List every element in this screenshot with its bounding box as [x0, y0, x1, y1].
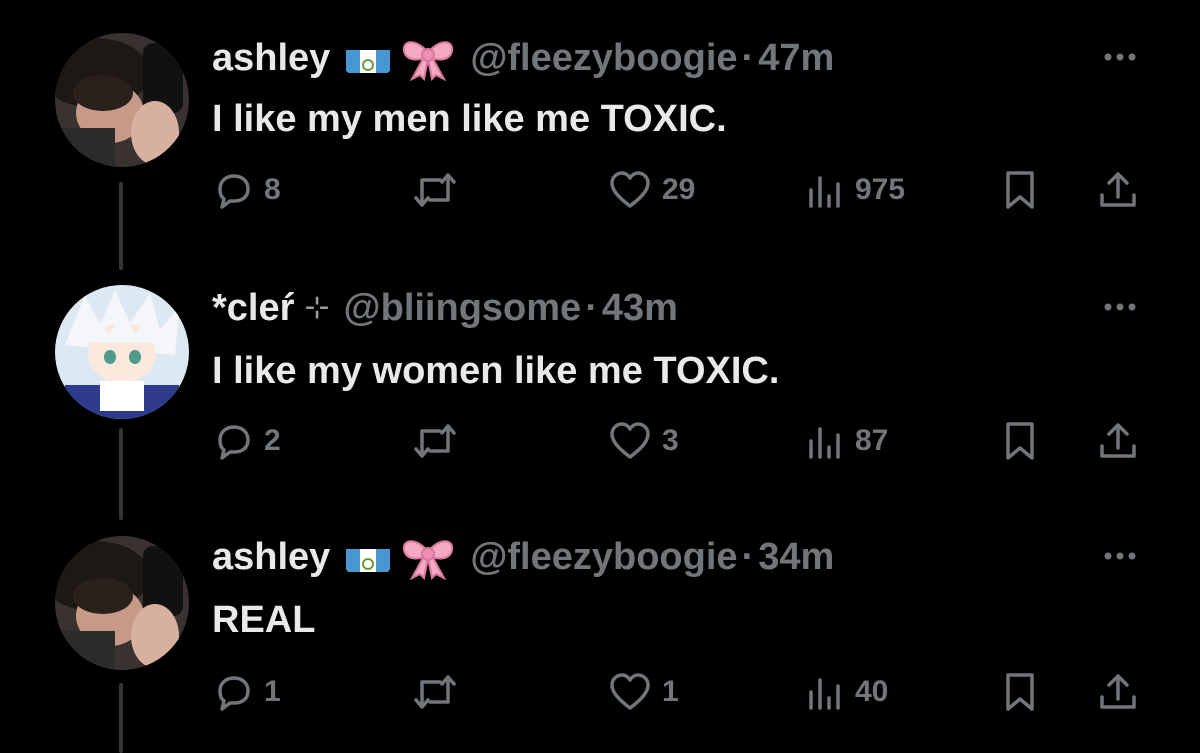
guatemala-flag-icon: [346, 542, 391, 572]
display-name[interactable]: ashley: [212, 33, 330, 83]
reply-icon: [218, 174, 250, 209]
reply-count: 1: [264, 675, 281, 708]
share-button[interactable]: [1097, 165, 1139, 215]
heart-icon: [610, 171, 650, 208]
retweet-icon: [414, 424, 456, 458]
bookmark-icon: [1006, 171, 1034, 209]
retweet-button[interactable]: [412, 667, 468, 717]
reply-button[interactable]: 1: [214, 667, 281, 717]
tweet-header: *cleŕ ⊹ @bliingsome · 43m: [212, 283, 678, 333]
like-button[interactable]: 29: [608, 165, 695, 215]
action-bar: 8 29 975: [0, 165, 1200, 215]
guatemala-flag-icon: [346, 43, 391, 73]
view-count: 87: [855, 424, 889, 457]
views-chart-icon: [809, 176, 840, 208]
views-chart-icon: [809, 427, 840, 459]
like-button[interactable]: 3: [608, 416, 679, 466]
tweet-header: ashley @fleezyboogie · 47m: [212, 33, 834, 83]
more-options-icon[interactable]: [1100, 45, 1140, 69]
avatar[interactable]: [55, 33, 189, 167]
timestamp[interactable]: 43m: [602, 283, 678, 333]
handle[interactable]: @bliingsome: [344, 283, 582, 333]
reply-count: 8: [264, 173, 281, 206]
pink-bow-icon: [400, 534, 456, 581]
share-icon: [1100, 172, 1136, 207]
tweet[interactable]: ashley @fleezyboogie · 34m REAL 1 1 40: [0, 500, 1200, 753]
avatar[interactable]: [55, 536, 189, 670]
display-name[interactable]: ashley: [212, 532, 330, 582]
tweet[interactable]: ashley @fleezyboogie · 47m I like my men…: [0, 0, 1200, 270]
bookmark-button[interactable]: [1002, 165, 1038, 215]
views-button[interactable]: 87: [805, 416, 888, 466]
bookmark-button[interactable]: [1002, 416, 1038, 466]
heart-icon: [610, 673, 650, 710]
views-button[interactable]: 975: [805, 165, 905, 215]
heart-icon: [610, 422, 650, 459]
retweet-button[interactable]: [412, 416, 468, 466]
separator-dot: ·: [741, 536, 755, 578]
separator-dot: ·: [585, 287, 598, 329]
like-count: 3: [662, 424, 679, 457]
sparkle-icon: ⊹: [304, 291, 330, 324]
reply-button[interactable]: 2: [214, 416, 281, 466]
reply-button[interactable]: 8: [214, 165, 281, 215]
like-button[interactable]: 1: [608, 667, 679, 717]
tweet[interactable]: *cleŕ ⊹ @bliingsome · 43m I like my wome…: [0, 250, 1200, 520]
timestamp[interactable]: 34m: [758, 532, 834, 582]
tweet-text: I like my men like me TOXIC.: [212, 98, 727, 140]
more-options-icon[interactable]: [1100, 295, 1140, 319]
retweet-icon: [414, 675, 456, 709]
like-count: 1: [662, 675, 679, 708]
timestamp[interactable]: 47m: [758, 33, 834, 83]
share-button[interactable]: [1097, 667, 1139, 717]
bookmark-icon: [1006, 422, 1034, 460]
pink-bow-icon: [400, 35, 456, 82]
retweet-icon: [414, 173, 456, 207]
view-count: 975: [855, 173, 906, 206]
share-icon: [1100, 423, 1136, 458]
bookmark-icon: [1006, 673, 1034, 711]
views-button[interactable]: 40: [805, 667, 888, 717]
views-chart-icon: [809, 678, 840, 710]
tweet-text: REAL: [212, 599, 316, 641]
handle[interactable]: @fleezyboogie: [470, 532, 737, 582]
tweet-header: ashley @fleezyboogie · 34m: [212, 532, 834, 582]
action-bar: 2 3 87: [0, 416, 1200, 466]
share-icon: [1100, 674, 1136, 709]
like-count: 29: [662, 173, 696, 206]
handle[interactable]: @fleezyboogie: [470, 33, 737, 83]
more-options-icon[interactable]: [1100, 544, 1140, 568]
display-name[interactable]: *cleŕ: [212, 283, 294, 333]
action-bar: 1 1 40: [0, 667, 1200, 717]
tweet-text: I like my women like me TOXIC.: [212, 350, 780, 392]
avatar[interactable]: [55, 285, 189, 419]
reply-icon: [218, 425, 250, 460]
view-count: 40: [855, 675, 889, 708]
reply-count: 2: [264, 424, 281, 457]
share-button[interactable]: [1097, 416, 1139, 466]
bookmark-button[interactable]: [1002, 667, 1038, 717]
reply-icon: [218, 676, 250, 711]
retweet-button[interactable]: [412, 165, 468, 215]
separator-dot: ·: [741, 37, 755, 79]
